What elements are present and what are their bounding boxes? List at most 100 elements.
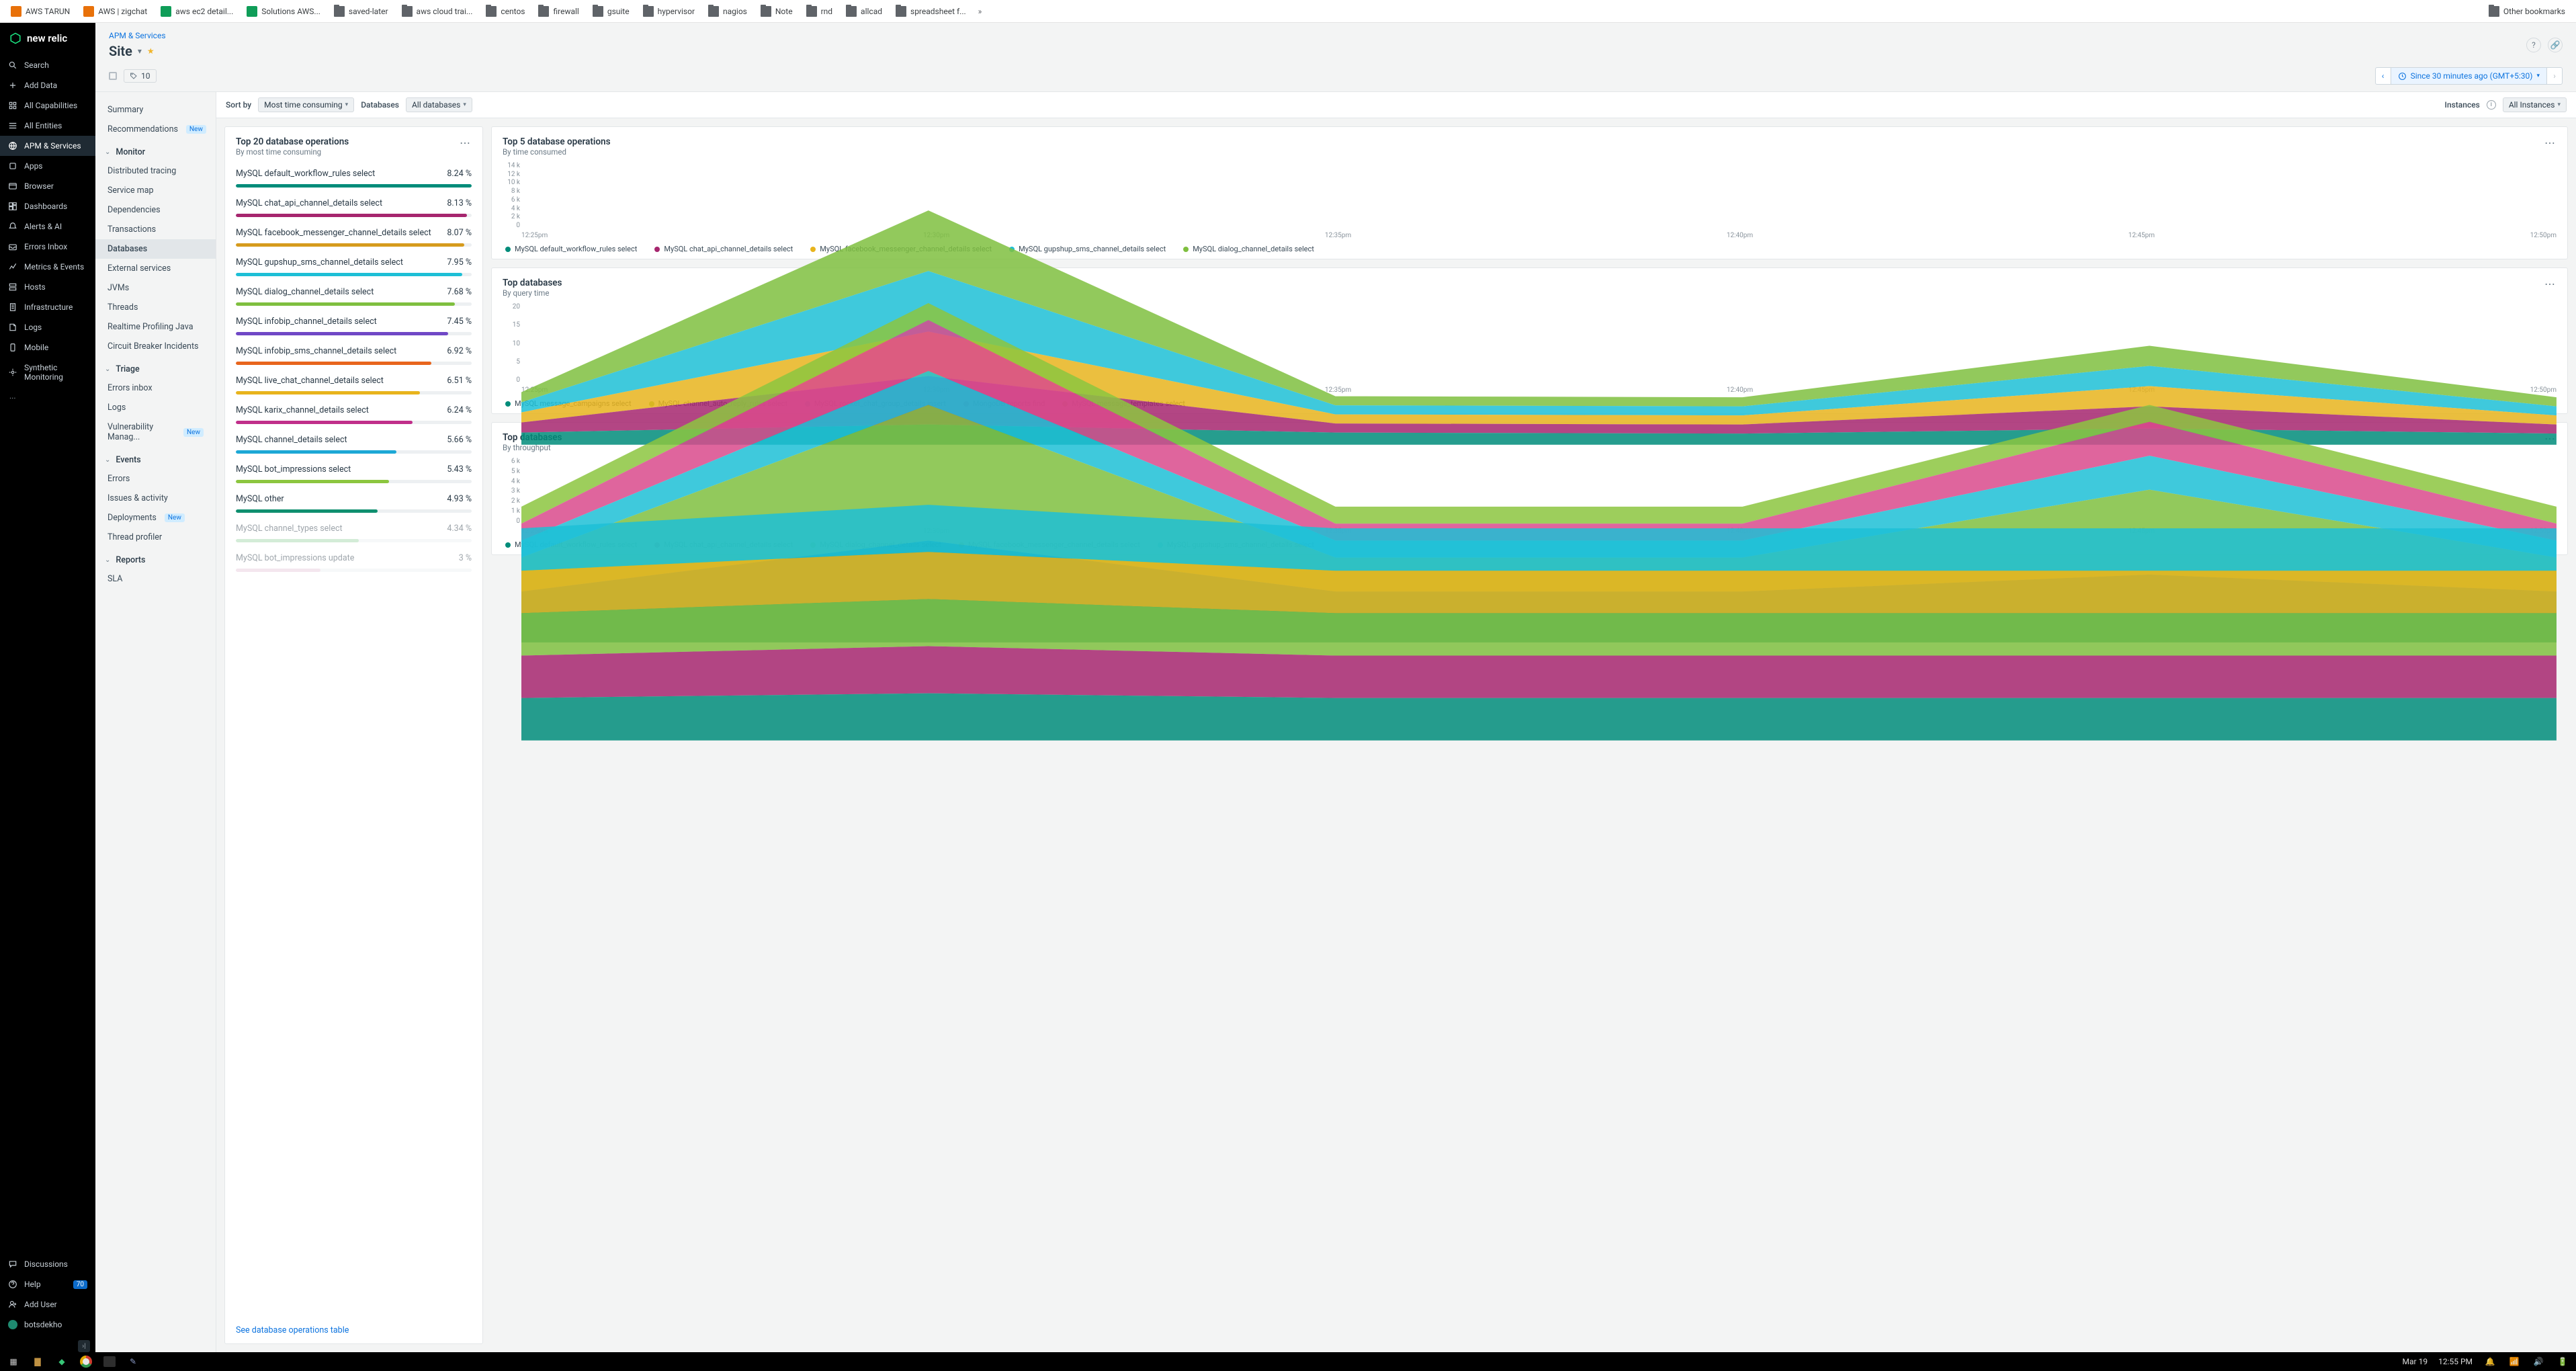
time-next-button[interactable]: › [2546,67,2563,85]
logo[interactable]: new relic [0,23,95,55]
sidepanel-item[interactable]: Thread profiler [95,528,216,547]
breadcrumb[interactable]: APM & Services [109,31,166,40]
bookmark-item[interactable]: saved-later [329,3,394,19]
help-icon[interactable]: ? [2526,38,2541,52]
bookmark-item[interactable]: firewall [533,3,584,19]
bookmark-item[interactable]: allcad [841,3,888,19]
bookmark-item[interactable]: gsuite [587,3,635,19]
db-operation-row[interactable]: MySQL default_workflow_rules select8.24 … [236,161,472,190]
bookmark-item[interactable]: spreadsheet f... [890,3,972,19]
sidepanel-item[interactable]: Dependencies [95,200,216,220]
more-icon[interactable]: ⋯ [460,136,472,149]
bookmark-item[interactable]: Note [755,3,798,19]
nav-logs[interactable]: Logs [0,317,95,337]
star-icon[interactable]: ★ [147,46,155,56]
sidepanel-section-events[interactable]: ⌄Events [95,447,216,469]
nav-search[interactable]: Search [0,55,95,75]
sidepanel-section-reports[interactable]: ⌄Reports [95,547,216,569]
time-range-picker[interactable]: Since 30 minutes ago (GMT+5:30) ▾ [2391,67,2546,85]
other-bookmarks[interactable]: Other bookmarks [2483,3,2571,19]
sidepanel-section-monitor[interactable]: ⌄Monitor [95,139,216,161]
sidepanel-item[interactable]: Threads [95,298,216,317]
sidepanel-item[interactable]: Summary [95,100,216,120]
sidepanel-item[interactable]: JVMs [95,278,216,298]
sort-select[interactable]: Most time consuming▾ [258,97,354,112]
notifications-icon[interactable]: 🔔 [2483,1355,2497,1368]
terminal-icon[interactable] [103,1356,116,1367]
share-icon[interactable]: 🔗 [2548,38,2563,52]
bookmark-item[interactable]: AWS TARUN [5,3,75,19]
nav-dashboards[interactable]: Dashboards [0,196,95,216]
expand-rail-button[interactable]: ›| [78,1340,90,1352]
nav-all-entities[interactable]: All Entities [0,116,95,136]
nav-add-data[interactable]: Add Data [0,75,95,95]
db-operation-row[interactable]: MySQL live_chat_channel_details select6.… [236,368,472,397]
sidepanel-item[interactable]: Realtime Profiling Java [95,317,216,337]
nav-metrics[interactable]: Metrics & Events [0,257,95,277]
nav-add-user[interactable]: Add User [0,1294,95,1315]
sidepanel-item[interactable]: Errors [95,469,216,489]
db-operation-row[interactable]: MySQL chat_api_channel_details select8.1… [236,190,472,220]
sidepanel-item[interactable]: SLA [95,569,216,589]
bookmark-item[interactable]: hypervisor [638,3,700,19]
db-operation-row[interactable]: MySQL karix_channel_details select6.24 % [236,397,472,427]
chevron-down-icon[interactable]: ▾ [138,46,142,56]
db-operation-row[interactable]: MySQL facebook_messenger_channel_details… [236,220,472,249]
nav-hosts[interactable]: Hosts [0,277,95,297]
db-operation-row[interactable]: MySQL bot_impressions update3 % [236,545,472,575]
db-operation-row[interactable]: MySQL gupshup_sms_channel_details select… [236,249,472,279]
nav-apm[interactable]: APM & Services [0,136,95,156]
sidepanel-item[interactable]: External services [95,259,216,278]
time-prev-button[interactable]: ‹ [2375,67,2391,85]
instances-select[interactable]: All Instances▾ [2503,97,2567,112]
volume-icon[interactable]: 🔊 [2532,1355,2545,1368]
apps-grid-icon[interactable]: ▦ [7,1355,20,1368]
sidepanel-item[interactable]: Vulnerability Manag...New [95,417,216,447]
nav-infrastructure[interactable]: Infrastructure [0,297,95,317]
db-operation-row[interactable]: MySQL channel_details select5.66 % [236,427,472,456]
nav-user[interactable]: botsdekho [0,1315,95,1335]
nav-alerts[interactable]: Alerts & AI [0,216,95,237]
nav-synthetic[interactable]: Synthetic Monitoring [0,358,95,387]
sidepanel-item[interactable]: Logs [95,398,216,417]
bookmark-item[interactable]: aws ec2 detail... [155,3,239,19]
bookmark-item[interactable]: centos [480,3,530,19]
nav-all-capabilities[interactable]: All Capabilities [0,95,95,116]
nav-errors-inbox[interactable]: Errors Inbox [0,237,95,257]
sidepanel-item[interactable]: Issues & activity [95,489,216,508]
bookmark-item[interactable]: rnd [801,3,838,19]
see-table-link[interactable]: See database operations table [225,1317,482,1343]
tag-count-pill[interactable]: 10 [124,69,157,83]
editor-icon[interactable]: ✎ [126,1355,140,1368]
sidepanel-item[interactable]: Distributed tracing [95,161,216,181]
db-operation-row[interactable]: MySQL dialog_channel_details select7.68 … [236,279,472,308]
bookmark-item[interactable]: Solutions AWS... [241,3,326,19]
bookmark-item[interactable]: aws cloud trai... [396,3,478,19]
battery-icon[interactable]: 🔋 [2556,1355,2569,1368]
sidepanel-item[interactable]: Databases [95,239,216,259]
bookmarks-overflow-button[interactable]: » [978,7,982,16]
sidepanel-item[interactable]: Service map [95,181,216,200]
databases-select[interactable]: All databases▾ [406,97,472,112]
bookmark-item[interactable]: nagios [703,3,753,19]
chrome-icon[interactable] [79,1355,93,1368]
more-icon[interactable]: ⋯ [2544,136,2557,149]
info-icon[interactable]: i [2487,100,2496,110]
nav-mobile[interactable]: Mobile [0,337,95,358]
db-operation-row[interactable]: MySQL infobip_channel_details select7.45… [236,308,472,338]
nav-apps[interactable]: Apps [0,156,95,176]
nav-discussions[interactable]: Discussions [0,1254,95,1274]
wifi-icon[interactable]: 📶 [2507,1355,2521,1368]
nav-help[interactable]: Help70 [0,1274,95,1294]
sidepanel-section-triage[interactable]: ⌄Triage [95,356,216,378]
db-operation-row[interactable]: MySQL channel_types select4.34 % [236,515,472,545]
sidepanel-item[interactable]: Errors inbox [95,378,216,398]
db-operation-row[interactable]: MySQL infobip_sms_channel_details select… [236,338,472,368]
nav-browser[interactable]: Browser [0,176,95,196]
files-icon[interactable]: ▇ [31,1355,44,1368]
bookmark-item[interactable]: AWS | zigchat [78,3,153,19]
sidepanel-item[interactable]: Circuit Breaker Incidents [95,337,216,356]
db-operation-row[interactable]: MySQL bot_impressions select5.43 % [236,456,472,486]
sidepanel-item[interactable]: Transactions [95,220,216,239]
db-operation-row[interactable]: MySQL other4.93 % [236,486,472,515]
